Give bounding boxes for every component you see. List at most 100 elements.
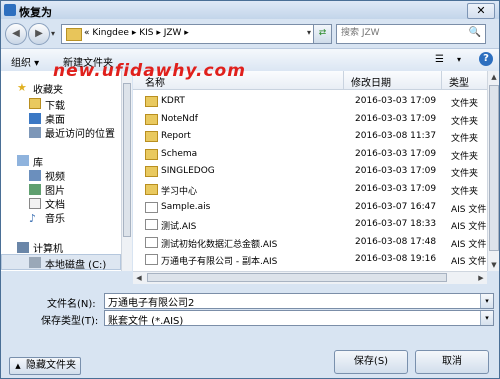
forward-button[interactable]: ▶	[28, 23, 50, 45]
file-row[interactable]: Report 2016-03-08 11:37 文件夹	[133, 128, 487, 146]
back-button[interactable]: ◀	[5, 23, 27, 45]
file-type: 文件夹	[451, 169, 479, 180]
hide-folders-button[interactable]: ▲ 隐藏文件夹	[9, 357, 81, 375]
file-icon	[145, 236, 158, 248]
folder-icon	[145, 96, 158, 107]
views-icon[interactable]: ☰	[435, 54, 444, 65]
help-icon[interactable]: ?	[479, 52, 493, 66]
sidebar-item-desktop[interactable]: 桌面	[45, 111, 65, 126]
file-date: 2016-03-08 11:37	[355, 131, 437, 142]
file-row[interactable]: KDRT 2016-03-03 17:09 文件夹	[133, 93, 487, 111]
address-dropdown[interactable]: ▾	[307, 28, 311, 37]
scroll-up-arrow[interactable]: ▲	[488, 71, 499, 83]
file-name[interactable]: 万通电子有限公司 - 副本.AIS	[161, 254, 277, 267]
breadcrumb[interactable]: « Kingdee ▸ KIS ▸ JZW ▸	[84, 28, 189, 38]
sidebar-library[interactable]: 库	[33, 154, 43, 169]
file-list-scrollbar[interactable]: ▲ ▼	[487, 71, 499, 271]
file-name[interactable]: Sample.ais	[161, 202, 210, 212]
file-type: 文件夹	[451, 151, 479, 162]
filename-field[interactable]: ▾	[104, 293, 494, 309]
file-type: 文件夹	[451, 134, 479, 145]
sidebar-item-music[interactable]: 音乐	[45, 210, 65, 225]
file-type: AIS 文件	[451, 204, 487, 215]
file-date: 2016-03-03 17:09	[355, 96, 437, 106]
folder-icon	[145, 166, 158, 178]
file-date: 2016-03-08 19:16	[355, 254, 437, 265]
file-date: 2016-03-03 17:09	[355, 148, 437, 159]
file-row[interactable]: 测试.AIS 2016-03-07 18:33 AIS 文件	[133, 216, 487, 234]
horizontal-scrollbar[interactable]: ◀ ▶	[133, 271, 487, 284]
file-row[interactable]: Schema 2016-03-03 17:09 文件夹	[133, 146, 487, 164]
scroll-right-arrow[interactable]: ▶	[475, 272, 487, 284]
file-name[interactable]: NoteNdf	[161, 114, 198, 124]
search-icon[interactable]: 🔍	[469, 27, 481, 38]
refresh-button[interactable]: ⇄	[313, 24, 332, 44]
file-row[interactable]: 万通电子有限公司 - 副本.AIS 2016-03-08 19:16 AIS 文件	[133, 251, 487, 269]
sidebar-item-documents[interactable]: 文档	[45, 196, 65, 211]
folder-icon	[145, 113, 158, 125]
sidebar-favorites[interactable]: 收藏夹	[33, 81, 63, 96]
file-name[interactable]: Schema	[161, 149, 197, 159]
file-row[interactable]: 学习中心 2016-03-03 17:09 文件夹	[133, 181, 487, 199]
close-button[interactable]: ✕	[467, 3, 495, 19]
folder-icon	[66, 28, 82, 41]
sidebar-item-local-disk[interactable]: 本地磁盘 (C:)	[45, 256, 106, 271]
video-icon	[29, 170, 41, 181]
file-date: 2016-03-07 16:47	[355, 201, 437, 212]
file-name[interactable]: SINGLEDOG	[161, 166, 215, 176]
recent-locations-dropdown[interactable]: ▾	[51, 29, 55, 38]
file-type: 文件夹	[451, 116, 479, 127]
nav-scroll-thumb[interactable]	[123, 83, 131, 237]
scroll-left-arrow[interactable]: ◀	[133, 272, 145, 284]
file-type: 文件夹	[451, 187, 479, 197]
filename-dropdown[interactable]: ▾	[480, 294, 493, 308]
file-type: AIS 文件	[451, 239, 487, 250]
sidebar-item-recent[interactable]: 最近访问的位置	[45, 125, 115, 140]
sidebar-computer[interactable]: 计算机	[33, 240, 63, 255]
desktop-icon	[29, 113, 41, 124]
documents-icon	[29, 198, 41, 209]
file-name[interactable]: 测试初始化数据汇总金额.AIS	[161, 237, 277, 250]
file-type: 文件夹	[451, 99, 479, 109]
column-divider[interactable]	[343, 71, 344, 89]
file-name[interactable]: 学习中心	[161, 184, 197, 197]
file-name[interactable]: Report	[161, 131, 191, 141]
sidebar-item-pictures[interactable]: 图片	[45, 182, 65, 197]
file-row[interactable]: Sample.ais 2016-03-07 16:47 AIS 文件	[133, 199, 487, 217]
computer-icon	[17, 242, 29, 253]
save-button[interactable]: 保存(S)	[334, 350, 408, 374]
file-name[interactable]: 测试.AIS	[161, 219, 196, 232]
sidebar-item-videos[interactable]: 视频	[45, 168, 65, 183]
file-scroll-thumb[interactable]	[489, 85, 499, 251]
file-date: 2016-03-03 17:09	[355, 113, 437, 124]
horizontal-scroll-thumb[interactable]	[147, 273, 447, 282]
file-date: 2016-03-07 18:33	[355, 219, 437, 230]
file-list: 名称 修改日期 类型 KDRT 2016-03-03 17:09 文件夹 NoteNd…	[133, 71, 487, 271]
file-type: AIS 文件	[451, 257, 487, 268]
views-dropdown[interactable]: ▾	[457, 55, 461, 64]
organize-menu[interactable]: 组织 ▾	[11, 54, 39, 69]
music-icon: ♪	[29, 212, 37, 225]
file-name[interactable]: KDRT	[161, 96, 185, 106]
address-bar[interactable]: « Kingdee ▸ KIS ▸ JZW ▸ ▾	[61, 24, 315, 44]
file-row[interactable]: SINGLEDOG 2016-03-03 17:09 文件夹	[133, 163, 487, 181]
search-box[interactable]: 🔍	[336, 24, 486, 44]
search-input[interactable]	[337, 25, 455, 41]
column-type[interactable]: 类型	[449, 74, 469, 89]
filetype-dropdown[interactable]: ▾	[480, 311, 493, 325]
filename-label: 文件名(N):	[47, 299, 96, 310]
file-row[interactable]: 测试初始化数据汇总金额.AIS 2016-03-08 17:48 AIS 文件	[133, 234, 487, 252]
column-modified[interactable]: 修改日期	[351, 74, 391, 89]
filename-input[interactable]	[105, 294, 471, 308]
file-row[interactable]: NoteNdf 2016-03-03 17:09 文件夹	[133, 111, 487, 129]
watermark-text: new.ufidawhy.com	[53, 61, 246, 81]
window-title: 恢复为	[19, 6, 52, 19]
sidebar-item-downloads[interactable]: 下载	[45, 97, 65, 112]
filetype-select[interactable]: 账套文件 (*.AIS) ▾	[104, 310, 494, 327]
nav-scrollbar[interactable]	[121, 71, 132, 271]
column-divider[interactable]	[441, 71, 442, 89]
file-icon	[145, 201, 158, 213]
scroll-down-arrow[interactable]: ▼	[488, 259, 499, 271]
title-bar: 恢复为 ✕	[1, 1, 499, 19]
cancel-button[interactable]: 取消	[415, 350, 489, 374]
